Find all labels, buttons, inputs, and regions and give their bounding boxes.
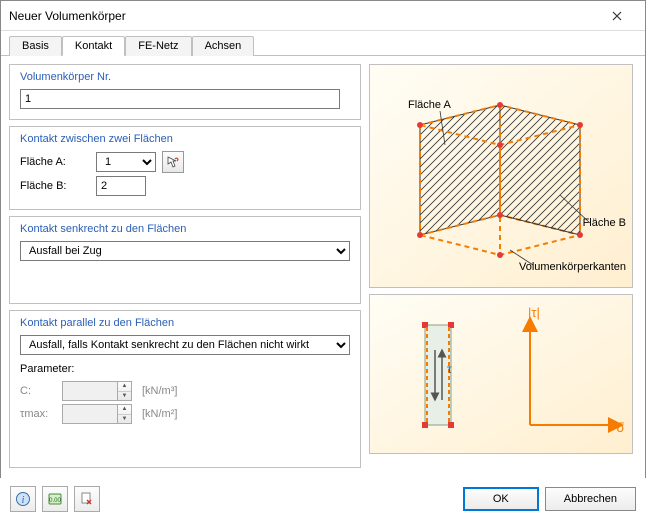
help-icon: i xyxy=(15,491,31,507)
flaeche-a-select[interactable]: 1 xyxy=(96,152,156,172)
titlebar: Neuer Volumenkörper xyxy=(1,1,645,31)
parameter-label: Parameter: xyxy=(20,363,350,375)
group-legend: Kontakt zwischen zwei Flächen xyxy=(20,133,350,145)
flaeche-b-input[interactable] xyxy=(96,176,146,196)
group-kontakt-senkrecht: Kontakt senkrecht zu den Flächen Ausfall… xyxy=(9,216,361,304)
kontakt-parallel-select[interactable]: Ausfall, falls Kontakt senkrecht zu den … xyxy=(20,335,350,355)
svg-text:τ: τ xyxy=(447,362,452,376)
footer: i 0.00 OK Abbrechen xyxy=(0,478,646,520)
close-button[interactable] xyxy=(597,2,637,30)
volumenkoerper-nr-input[interactable] xyxy=(20,89,340,109)
units-icon: 0.00 xyxy=(47,491,63,507)
tab-strip: Basis Kontakt FE-Netz Achsen xyxy=(1,31,645,56)
label-flaeche-a: Fläche A xyxy=(408,99,451,111)
reset-button[interactable] xyxy=(74,486,100,512)
tab-fenetz[interactable]: FE-Netz xyxy=(125,36,191,56)
label-kanten: Volumenkörperkanten xyxy=(519,261,626,273)
diagram-tau-delta: τ |τ| δ xyxy=(369,294,633,454)
units-button[interactable]: 0.00 xyxy=(42,486,68,512)
group-kontakt-parallel: Kontakt parallel zu den Flächen Ausfall,… xyxy=(9,310,361,468)
tau-unit: [kN/m²] xyxy=(142,408,177,420)
window-title: Neuer Volumenkörper xyxy=(9,9,597,23)
tab-achsen[interactable]: Achsen xyxy=(192,36,255,56)
c-input xyxy=(62,381,117,401)
kontakt-senkrecht-select[interactable]: Ausfall bei Zug xyxy=(20,241,350,261)
flaeche-a-label: Fläche A: xyxy=(20,156,90,168)
group-legend: Kontakt senkrecht zu den Flächen xyxy=(20,223,350,235)
help-button[interactable]: i xyxy=(10,486,36,512)
tab-basis[interactable]: Basis xyxy=(9,36,62,56)
tau-input xyxy=(62,404,117,424)
group-legend: Kontakt parallel zu den Flächen xyxy=(20,317,350,329)
diagram-isometric: Fläche A Fläche B Volumenkörperkanten xyxy=(369,64,633,288)
svg-text:i: i xyxy=(22,495,25,506)
c-spinner[interactable]: ▲▼ xyxy=(62,381,132,401)
group-kontakt-flaechen: Kontakt zwischen zwei Flächen Fläche A: … xyxy=(9,126,361,210)
tau-label: τmax: xyxy=(20,408,56,420)
tab-content: Volumenkörper Nr. Kontakt zwischen zwei … xyxy=(1,56,645,476)
c-unit: [kN/m³] xyxy=(142,385,177,397)
tab-kontakt[interactable]: Kontakt xyxy=(62,36,125,56)
axis-tau-label: |τ| xyxy=(528,305,540,320)
ok-button[interactable]: OK xyxy=(463,487,539,511)
group-volumenkoerper-nr: Volumenkörper Nr. xyxy=(9,64,361,120)
cancel-button[interactable]: Abbrechen xyxy=(545,487,636,511)
tau-spinner[interactable]: ▲▼ xyxy=(62,404,132,424)
pick-icon xyxy=(166,155,180,169)
svg-text:0.00: 0.00 xyxy=(49,498,61,504)
reset-icon xyxy=(79,491,95,507)
label-flaeche-b: Fläche B xyxy=(583,217,626,229)
c-label: C: xyxy=(20,385,56,397)
flaeche-b-label: Fläche B: xyxy=(20,180,90,192)
group-legend: Volumenkörper Nr. xyxy=(20,71,350,83)
pick-face-button[interactable] xyxy=(162,151,184,173)
axis-delta-label: δ xyxy=(617,420,624,435)
close-icon xyxy=(612,11,622,21)
